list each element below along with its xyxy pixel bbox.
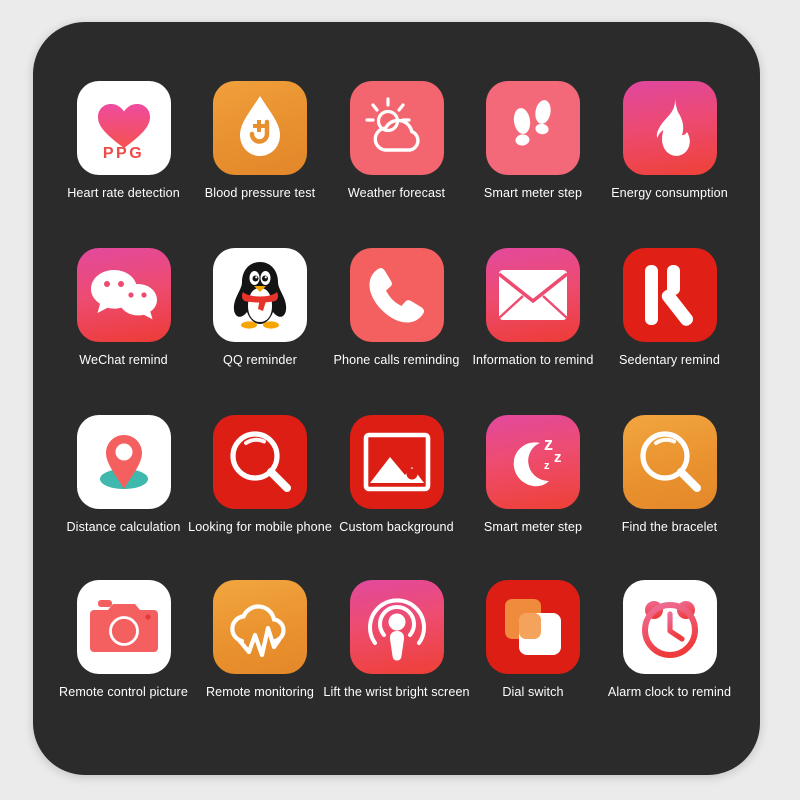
app-label: QQ reminder [223,353,297,367]
app-item-smart-meter-step-sleep[interactable]: z z z Smart meter step [467,415,600,580]
svg-text:z: z [544,434,553,454]
app-item-energy-consumption[interactable]: Energy consumption [603,81,736,248]
app-item-remote-control-picture[interactable]: Remote control picture [57,580,190,745]
alarm-clock-icon[interactable] [622,580,717,674]
icon-row: PPG Heart rate detection Blood pressure … [33,81,760,248]
app-label: WeChat remind [79,353,168,367]
app-item-blood-pressure-test[interactable]: Blood pressure test [194,81,327,248]
stacked-squares-icon[interactable] [486,580,580,674]
icon-row: WeChat remind QQ reminder Phone calls re… [33,248,760,415]
svg-text:z: z [554,449,562,466]
app-item-distance-calculation[interactable]: Distance calculation [57,415,190,580]
flame-icon[interactable] [622,81,717,175]
app-panel: PPG Heart rate detection Blood pressure … [33,22,760,775]
app-label: Smart meter step [483,186,583,200]
podcast-waves-icon[interactable] [349,580,444,674]
app-label: Custom background [339,520,454,534]
icon-row: Remote control picture Remote monitoring [33,580,760,745]
app-label: Blood pressure test [204,186,316,200]
icon-row: Distance calculation Looking for mobile … [33,415,760,580]
app-item-find-the-bracelet[interactable]: Find the bracelet [603,415,736,580]
map-pin-icon[interactable] [76,415,171,509]
app-item-lift-the-wrist-bright-screen[interactable]: Lift the wrist bright screen [323,580,470,745]
camera-icon[interactable] [76,580,171,674]
sitting-person-bars-icon[interactable] [622,248,717,342]
icon-grid: PPG Heart rate detection Blood pressure … [33,22,760,775]
app-label: Weather forecast [347,186,446,200]
app-item-heart-rate-detection[interactable]: PPG Heart rate detection [57,81,190,248]
heart-ppg-icon[interactable]: PPG [76,81,171,175]
cloud-pulse-icon[interactable] [213,580,307,674]
app-item-weather-forecast[interactable]: Weather forecast [330,81,463,248]
wechat-bubbles-icon[interactable] [76,248,171,342]
app-label: Find the bracelet [621,520,718,534]
app-label: Sedentary remind [618,353,720,367]
ppg-text: PPG [102,145,145,162]
app-label: Energy consumption [611,186,728,200]
app-item-remote-monitoring[interactable]: Remote monitoring [194,580,327,745]
magnifier-icon[interactable] [622,415,717,509]
app-item-custom-background[interactable]: Custom background [330,415,463,580]
app-label: Dial switch [502,685,564,699]
app-item-phone-calls-reminding[interactable]: Phone calls reminding [330,248,463,415]
app-item-wechat-remind[interactable]: WeChat remind [57,248,190,415]
svg-text:z: z [544,460,550,472]
app-item-qq-reminder[interactable]: QQ reminder [194,248,327,415]
app-label: Information to remind [472,353,594,367]
app-item-smart-meter-step[interactable]: Smart meter step [467,81,600,248]
app-label: Remote control picture [59,685,188,699]
app-label: Alarm clock to remind [607,685,732,699]
app-label: Distance calculation [66,520,181,534]
app-item-information-to-remind[interactable]: Information to remind [467,248,600,415]
app-item-looking-for-mobile-phone[interactable]: Looking for mobile phone [188,415,332,580]
app-label: Phone calls reminding [333,353,460,367]
app-item-alarm-clock-to-remind[interactable]: Alarm clock to remind [603,580,736,745]
sun-cloud-icon[interactable] [349,81,444,175]
app-label: Lift the wrist bright screen [323,685,470,699]
app-label: Heart rate detection [67,186,180,200]
qq-penguin-icon[interactable] [213,248,307,342]
phone-handset-icon[interactable] [349,248,444,342]
footsteps-icon[interactable] [486,81,580,175]
app-item-dial-switch[interactable]: Dial switch [467,580,600,745]
photo-picture-icon[interactable] [349,415,444,509]
blood-drop-plus-icon[interactable] [213,81,307,175]
app-label: Looking for mobile phone [188,520,332,534]
app-item-sedentary-remind[interactable]: Sedentary remind [603,248,736,415]
app-label: Remote monitoring [205,685,315,699]
app-label: Smart meter step [483,520,583,534]
moon-zzz-icon[interactable]: z z z [486,415,580,509]
magnifier-icon[interactable] [213,415,307,509]
envelope-icon[interactable] [486,248,580,342]
screen: PPG Heart rate detection Blood pressure … [0,0,800,800]
